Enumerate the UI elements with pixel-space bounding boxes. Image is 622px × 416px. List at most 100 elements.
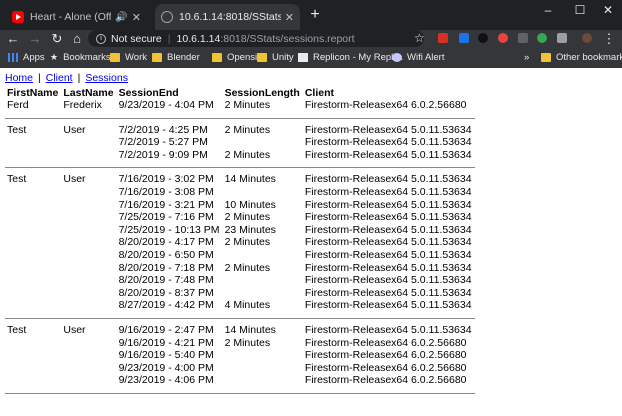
cell-client: Firestorm-Releasex64 5.0.11.53634 <box>304 136 472 149</box>
bookmark-bookmarks[interactable]: ★ Bookmarks <box>50 52 111 63</box>
cell-client: Firestorm-Releasex64 6.0.2.56680 <box>304 349 467 362</box>
tab-strip: Heart - Alone (Official Video) 🔊 ✕ 10.6.… <box>0 0 622 30</box>
folder-icon <box>152 53 162 62</box>
cell-lastname <box>61 299 116 312</box>
extension-icon[interactable] <box>459 33 469 43</box>
cell-firstname <box>5 337 61 350</box>
speaker-icon[interactable]: 🔊 <box>115 12 127 23</box>
bookmark-blender[interactable]: Blender <box>152 52 200 63</box>
table-row: 8/20/2019 - 8:37 PM Firestorm-Releasex64 … <box>5 287 475 300</box>
cell-client: Firestorm-Releasex64 5.0.11.53634 <box>304 173 472 186</box>
cell-sessionend: 9/23/2019 - 4:04 PM <box>118 99 214 111</box>
cell-firstname <box>5 136 61 149</box>
bookmark-work[interactable]: Work <box>110 52 147 63</box>
close-icon[interactable]: ✕ <box>132 11 141 24</box>
table-row: 7/16/2019 - 3:21 PM 10 Minutes Firestorm-R… <box>5 199 475 212</box>
cell-lastname <box>61 337 116 350</box>
security-label: Not secure <box>111 32 162 45</box>
cell-lastname: User <box>63 123 86 136</box>
bookmark-unity[interactable]: Unity <box>257 52 294 63</box>
cell-sessionend: 9/16/2019 - 2:47 PM <box>118 323 214 336</box>
cell-sessionlength <box>223 249 303 262</box>
bookmark-apps[interactable]: Apps <box>8 52 45 63</box>
cell-lastname <box>61 186 116 199</box>
browser-toolbar: ← → ↻ ⌂ i Not secure | 10.6.1.14:8018/SS… <box>0 30 622 48</box>
cell-sessionlength: 10 Minutes <box>224 198 276 211</box>
extension-icon[interactable] <box>537 33 547 43</box>
nav-separator: | <box>38 72 41 84</box>
menu-icon[interactable]: ⋮ <box>602 31 616 47</box>
sessions-table-body: Ferd Frederix 9/23/2019 - 4:04 PM 2 Minutes… <box>5 99 475 396</box>
cell-sessionlength: 2 Minutes <box>224 236 271 249</box>
bookmark-label: Replicon - My Repli... <box>313 52 404 63</box>
cell-client: Firestorm-Releasex64 5.0.11.53634 <box>304 274 472 287</box>
bookmark-replicon[interactable]: Replicon - My Repli... <box>298 52 403 63</box>
cell-firstname <box>5 374 61 387</box>
cell-lastname <box>61 362 116 375</box>
bookmark-other-bookmarks[interactable]: Other bookmarks <box>541 52 622 63</box>
cell-lastname <box>61 136 116 149</box>
extension-icon[interactable] <box>518 33 528 43</box>
close-icon[interactable]: ✕ <box>285 11 294 24</box>
avatar[interactable] <box>582 33 592 43</box>
cell-sessionlength: 2 Minutes <box>224 123 271 136</box>
cell-firstname: Test <box>7 123 27 136</box>
cell-lastname <box>61 149 116 162</box>
cell-firstname <box>5 211 61 224</box>
minimize-button[interactable]: – <box>538 3 558 17</box>
cell-lastname: User <box>63 323 86 336</box>
maximize-button[interactable]: ☐ <box>570 3 590 17</box>
divider: | <box>167 32 171 45</box>
cell-sessionlength: 2 Minutes <box>224 99 271 111</box>
cell-sessionlength <box>223 186 303 199</box>
bookmark-label: Work <box>125 52 147 63</box>
cell-firstname <box>5 362 61 375</box>
cell-firstname: Test <box>7 173 27 186</box>
cell-sessionend: 8/20/2019 - 6:50 PM <box>118 248 214 261</box>
bookmarks-overflow-button[interactable]: » <box>524 52 529 63</box>
info-icon[interactable]: i <box>96 33 106 44</box>
cell-lastname <box>61 262 116 275</box>
nav-link-home[interactable]: Home <box>5 72 33 84</box>
table-row: Ferd Frederix 9/23/2019 - 4:04 PM 2 Minutes… <box>5 99 475 112</box>
cell-sessionend: 7/2/2019 - 5:27 PM <box>118 136 208 149</box>
back-button[interactable]: ← <box>6 31 20 46</box>
tab-sessions-report[interactable]: 10.6.1.14:8018/SStats/sessions.report ✕ <box>155 4 300 30</box>
table-row: 8/27/2019 - 4:42 PM 4 Minutes Firestorm-Re… <box>5 299 475 312</box>
cell-sessionend: 9/16/2019 - 4:21 PM <box>118 336 214 349</box>
extension-icon[interactable] <box>557 33 567 43</box>
close-window-button[interactable]: ✕ <box>598 3 618 17</box>
cell-lastname <box>61 287 116 300</box>
cell-client: Firestorm-Releasex64 5.0.11.53634 <box>304 198 472 211</box>
bookmark-label: Wifi Alert <box>407 52 445 63</box>
cell-sessionend: 8/20/2019 - 7:18 PM <box>118 261 214 274</box>
bookmark-wifi-alert[interactable]: Wifi Alert <box>392 52 444 63</box>
table-row: 7/25/2019 - 10:13 PM 23 Minutes Firestorm-… <box>5 224 475 237</box>
cell-lastname: User <box>63 173 86 186</box>
extension-icon[interactable] <box>478 33 488 43</box>
new-tab-button[interactable]: + <box>306 6 324 24</box>
cell-client: Firestorm-Releasex64 6.0.2.56680 <box>304 336 467 349</box>
forward-button[interactable]: → <box>28 31 42 46</box>
extension-icon[interactable] <box>498 33 508 43</box>
nav-link-sessions[interactable]: Sessions <box>85 72 128 84</box>
cell-lastname <box>61 249 116 262</box>
cell-sessionlength: 4 Minutes <box>224 299 271 312</box>
cell-sessionend: 8/27/2019 - 4:42 PM <box>118 299 214 312</box>
bookmark-star-icon[interactable]: ☆ <box>414 31 425 45</box>
folder-icon <box>110 53 120 62</box>
tab-youtube[interactable]: Heart - Alone (Official Video) 🔊 ✕ <box>6 4 147 30</box>
home-button[interactable]: ⌂ <box>70 31 84 46</box>
cell-sessionlength <box>223 136 303 149</box>
cell-firstname: Ferd <box>7 99 29 111</box>
cell-sessionend: 9/23/2019 - 4:00 PM <box>118 361 214 374</box>
cell-sessionlength: 2 Minutes <box>224 336 271 349</box>
cell-client: Firestorm-Releasex64 5.0.11.53634 <box>304 299 472 312</box>
address-bar[interactable]: i Not secure | 10.6.1.14:8018/SStats/ses… <box>88 30 424 47</box>
cell-firstname <box>5 299 61 312</box>
reload-button[interactable]: ↻ <box>50 31 64 47</box>
table-row: 9/23/2019 - 4:00 PM Firestorm-Releasex64 … <box>5 362 475 375</box>
nav-separator: | <box>77 72 81 84</box>
extension-icon[interactable] <box>438 33 448 43</box>
nav-link-client[interactable]: Client <box>46 72 73 84</box>
